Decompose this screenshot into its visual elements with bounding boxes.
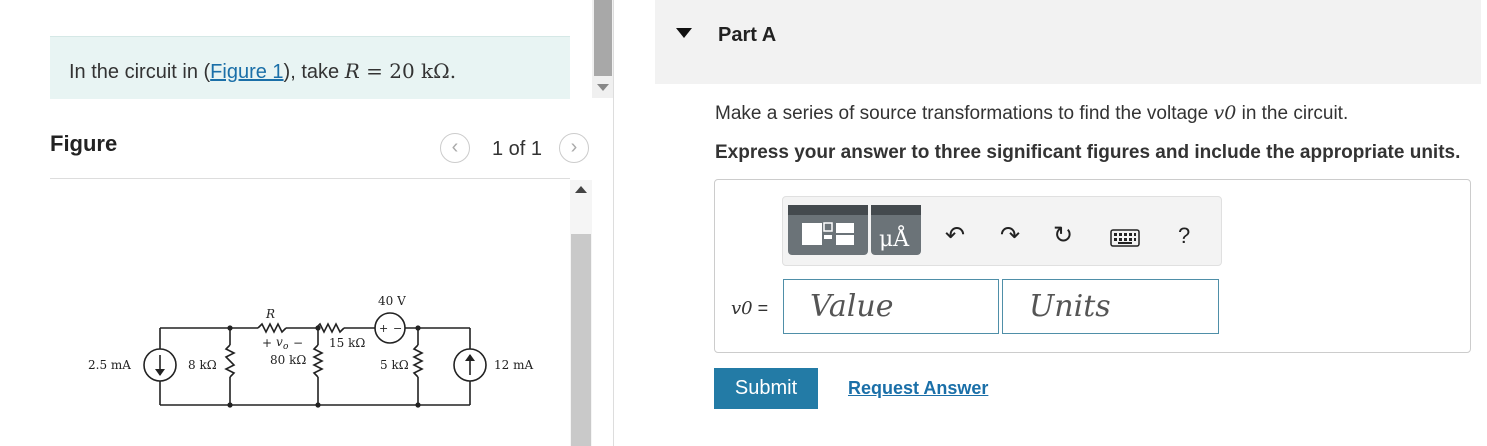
circuit-vo-symbol: v (276, 335, 283, 349)
figure-pager: 1 of 1 (492, 138, 543, 160)
circuit-r4-label: 5 kΩ (380, 358, 409, 372)
intro-text-mid: ), take (283, 61, 345, 83)
units-button[interactable]: μÅ (871, 205, 921, 255)
part-title: Part A (718, 24, 777, 46)
units-button-text: μÅ (879, 227, 910, 252)
part-header (655, 0, 1481, 84)
circuit-vsource-plus: + (379, 322, 388, 335)
figure-divider (50, 178, 570, 179)
submit-button[interactable]: Submit (714, 368, 818, 409)
undo-icon[interactable]: ↶ (945, 222, 965, 250)
chevron-left-icon[interactable]: ‹ (440, 133, 470, 163)
answer-variable-label: v0 = (731, 298, 769, 319)
circuit-r3-label: 15 kΩ (329, 336, 365, 350)
resistance-variable: R (344, 59, 360, 83)
help-button[interactable]: ? (1178, 222, 1190, 250)
circuit-vsource-minus: − (393, 322, 402, 335)
chevron-right-icon[interactable]: › (559, 133, 589, 163)
scroll-down-icon[interactable] (597, 84, 609, 91)
question-variable: v0 (1213, 102, 1237, 124)
circuit-vo-sub: o (283, 342, 289, 352)
circuit-vo-minus: − (293, 336, 303, 350)
circuit-source-right-label: 12 mA (494, 358, 533, 372)
value-input[interactable] (783, 279, 999, 334)
left-pane-scroll-thumb[interactable] (594, 0, 612, 76)
circuit-diagram: 2.5 mA 8 kΩ R + v o − 80 kΩ 15 kΩ 40 V +… (88, 294, 533, 408)
problem-intro: In the circuit in (Figure 1), take R = 2… (50, 36, 570, 99)
circuit-vsource-label: 40 V (378, 294, 406, 308)
scroll-up-icon[interactable] (575, 186, 587, 193)
units-input[interactable] (1002, 279, 1219, 334)
circuit-r2-label: 80 kΩ (270, 353, 306, 367)
question-text: Make a series of source transformations … (715, 102, 1349, 124)
resistance-value: = 20 kΩ. (359, 59, 457, 83)
circuit-r-label: R (265, 307, 275, 321)
intro-text: In the circuit in ( (69, 61, 211, 83)
circuit-r1-label: 8 kΩ (188, 358, 217, 372)
left-pane-scrollbar[interactable] (592, 0, 614, 98)
redo-icon[interactable]: ↷ (1000, 222, 1020, 250)
circuit-vo-plus: + (262, 336, 272, 350)
request-answer-link[interactable]: Request Answer (848, 378, 988, 399)
templates-icon (788, 205, 868, 245)
answer-instruction: Express your answer to three significant… (715, 142, 1461, 163)
pane-divider (613, 0, 614, 446)
reset-icon[interactable]: ↻ (1053, 222, 1073, 250)
templates-button[interactable] (788, 205, 868, 255)
circuit-source-left-label: 2.5 mA (88, 358, 131, 372)
figure-link[interactable]: Figure 1 (210, 61, 283, 83)
keyboard-icon[interactable] (1110, 226, 1140, 254)
collapse-triangle-icon[interactable] (676, 28, 692, 38)
figure-scroll-thumb[interactable] (571, 234, 591, 446)
figure-scrollbar[interactable] (570, 180, 592, 446)
figure-title: Figure (50, 131, 118, 156)
